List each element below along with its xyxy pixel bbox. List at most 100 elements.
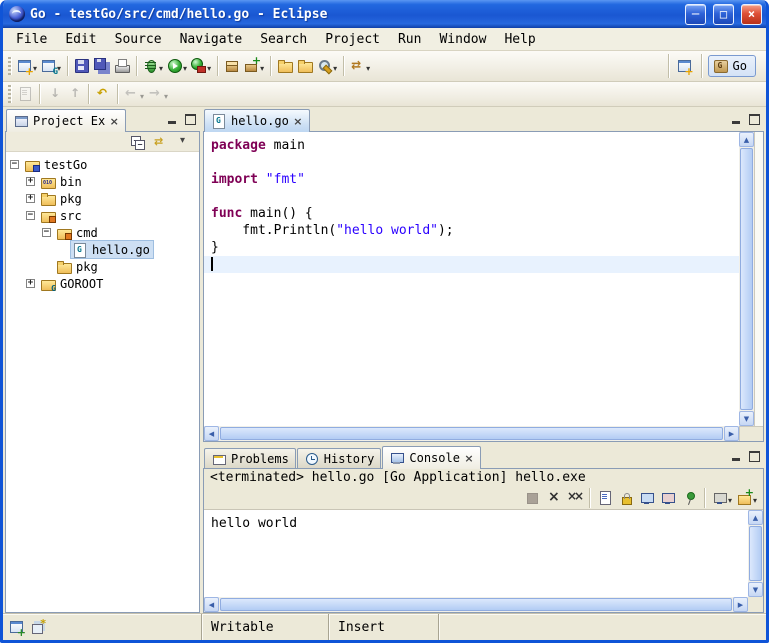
- tree-item-bin[interactable]: bin: [6, 173, 199, 190]
- open-console-button[interactable]: [735, 486, 759, 510]
- view-menu-button[interactable]: [174, 130, 194, 154]
- new-go-element-button[interactable]: [39, 54, 63, 78]
- close-tab-icon[interactable]: [464, 451, 474, 465]
- terminate-button[interactable]: [522, 486, 542, 510]
- open-go-element-button[interactable]: [275, 54, 295, 78]
- show-stderr-button[interactable]: [658, 486, 678, 510]
- remove-launch-button[interactable]: [543, 486, 563, 510]
- plus-expander-icon[interactable]: [26, 279, 35, 288]
- maximize-button[interactable]: □: [713, 4, 734, 25]
- maximize-view-icon[interactable]: [747, 113, 761, 126]
- scroll-left-arrow-icon[interactable]: [204, 597, 219, 612]
- maximize-view-icon[interactable]: [183, 113, 197, 126]
- show-stdout-button[interactable]: [637, 486, 657, 510]
- scrollbar-thumb[interactable]: [220, 427, 723, 440]
- scroll-lock-button[interactable]: [616, 486, 636, 510]
- scroll-left-arrow-icon[interactable]: [204, 426, 219, 441]
- minimize-button[interactable]: ─: [685, 4, 706, 25]
- minimize-view-icon[interactable]: [165, 113, 179, 126]
- minimize-view-icon[interactable]: [729, 113, 743, 126]
- go-perspective-button[interactable]: Go: [708, 55, 756, 77]
- new-wizard-button[interactable]: [15, 54, 39, 78]
- menu-navigate[interactable]: Navigate: [171, 30, 252, 49]
- menu-file[interactable]: File: [7, 30, 56, 49]
- new-go-app-button[interactable]: [242, 54, 266, 78]
- tree-item-pkg[interactable]: pkg: [6, 258, 199, 275]
- team-sync-button[interactable]: [348, 54, 372, 78]
- plus-expander-icon[interactable]: [26, 194, 35, 203]
- menu-project[interactable]: Project: [316, 30, 389, 49]
- console-output-text[interactable]: hello world: [204, 510, 748, 597]
- code-line-2: [204, 154, 739, 171]
- scroll-right-arrow-icon[interactable]: [724, 426, 739, 441]
- scrollbar-thumb[interactable]: [220, 598, 732, 611]
- titlebar[interactable]: Go - testGo/src/cmd/hello.go - Eclipse ─…: [3, 0, 766, 28]
- fast-view-button[interactable]: [8, 621, 26, 634]
- tab-history[interactable]: History: [297, 448, 382, 468]
- debug-button[interactable]: [141, 54, 165, 78]
- tree-item-testgo[interactable]: testGo: [6, 156, 199, 173]
- next-annotation-button[interactable]: [44, 82, 64, 106]
- collapse-all-button[interactable]: [128, 130, 148, 154]
- prev-annotation-button[interactable]: [64, 82, 84, 106]
- scroll-down-arrow-icon[interactable]: [739, 411, 754, 426]
- clear-console-button[interactable]: [595, 486, 615, 510]
- minus-expander-icon[interactable]: [10, 160, 19, 169]
- editor-vertical-scrollbar[interactable]: [739, 132, 754, 426]
- code-editor[interactable]: package mainimport "fmt"func main() { fm…: [204, 132, 739, 426]
- open-perspective-button[interactable]: [675, 54, 695, 78]
- last-edit-location-button[interactable]: [93, 82, 113, 106]
- back-button[interactable]: [122, 82, 146, 106]
- scroll-down-arrow-icon[interactable]: [748, 582, 763, 597]
- scrollbar-thumb[interactable]: [740, 148, 753, 410]
- workspace-launcher-button[interactable]: [29, 621, 47, 634]
- maximize-view-icon[interactable]: [747, 450, 761, 463]
- menu-search[interactable]: Search: [251, 30, 316, 49]
- overview-ruler[interactable]: [754, 132, 763, 426]
- tab-hello-go-editor[interactable]: hello.go: [204, 109, 310, 132]
- mark-occurrences-button[interactable]: [15, 82, 35, 106]
- print-button[interactable]: [112, 54, 132, 78]
- scrollbar-thumb[interactable]: [749, 526, 762, 581]
- tab-console[interactable]: Console: [382, 446, 481, 469]
- menu-help[interactable]: Help: [495, 30, 544, 49]
- menu-source[interactable]: Source: [106, 30, 171, 49]
- tree-item-cmd[interactable]: cmd: [6, 224, 199, 241]
- run-button[interactable]: [165, 54, 189, 78]
- link-with-editor-button[interactable]: [151, 130, 171, 154]
- minimize-view-icon[interactable]: [729, 450, 743, 463]
- editor-horizontal-scrollbar[interactable]: [204, 426, 739, 441]
- display-console-button[interactable]: [710, 486, 734, 510]
- minus-expander-icon[interactable]: [26, 211, 35, 220]
- console-horizontal-scrollbar[interactable]: [204, 597, 748, 612]
- scroll-up-arrow-icon[interactable]: [739, 132, 754, 147]
- close-explorer-tab-icon[interactable]: [109, 114, 119, 128]
- tree-item-hello-go[interactable]: hello.go: [6, 241, 199, 258]
- forward-button[interactable]: [146, 82, 170, 106]
- save-all-button[interactable]: [92, 54, 112, 78]
- close-editor-tab-icon[interactable]: [293, 114, 303, 128]
- tree-item-src[interactable]: src: [6, 207, 199, 224]
- tree-item-pkg[interactable]: pkg: [6, 190, 199, 207]
- new-go-package-button[interactable]: [222, 54, 242, 78]
- pin-console-button[interactable]: [679, 486, 699, 510]
- minus-expander-icon[interactable]: [42, 228, 51, 237]
- scroll-up-arrow-icon[interactable]: [748, 510, 763, 525]
- console-view-icon: [389, 450, 405, 466]
- tab-project-explorer[interactable]: Project Ex: [6, 109, 126, 132]
- project-tree[interactable]: testGobinpkgsrccmdhello.gopkgGOROOT: [6, 152, 199, 612]
- menu-window[interactable]: Window: [430, 30, 495, 49]
- tab-problems[interactable]: Problems: [204, 448, 296, 468]
- remove-all-launches-button[interactable]: [564, 486, 584, 510]
- close-button[interactable]: ×: [741, 4, 762, 25]
- scroll-right-arrow-icon[interactable]: [733, 597, 748, 612]
- search-button[interactable]: [315, 54, 339, 78]
- run-external-button[interactable]: [189, 54, 213, 78]
- tree-item-goroot[interactable]: GOROOT: [6, 275, 199, 292]
- save-button[interactable]: [72, 54, 92, 78]
- plus-expander-icon[interactable]: [26, 177, 35, 186]
- menu-run[interactable]: Run: [389, 30, 430, 49]
- console-vertical-scrollbar[interactable]: [748, 510, 763, 597]
- open-resource-button[interactable]: [295, 54, 315, 78]
- menu-edit[interactable]: Edit: [56, 30, 105, 49]
